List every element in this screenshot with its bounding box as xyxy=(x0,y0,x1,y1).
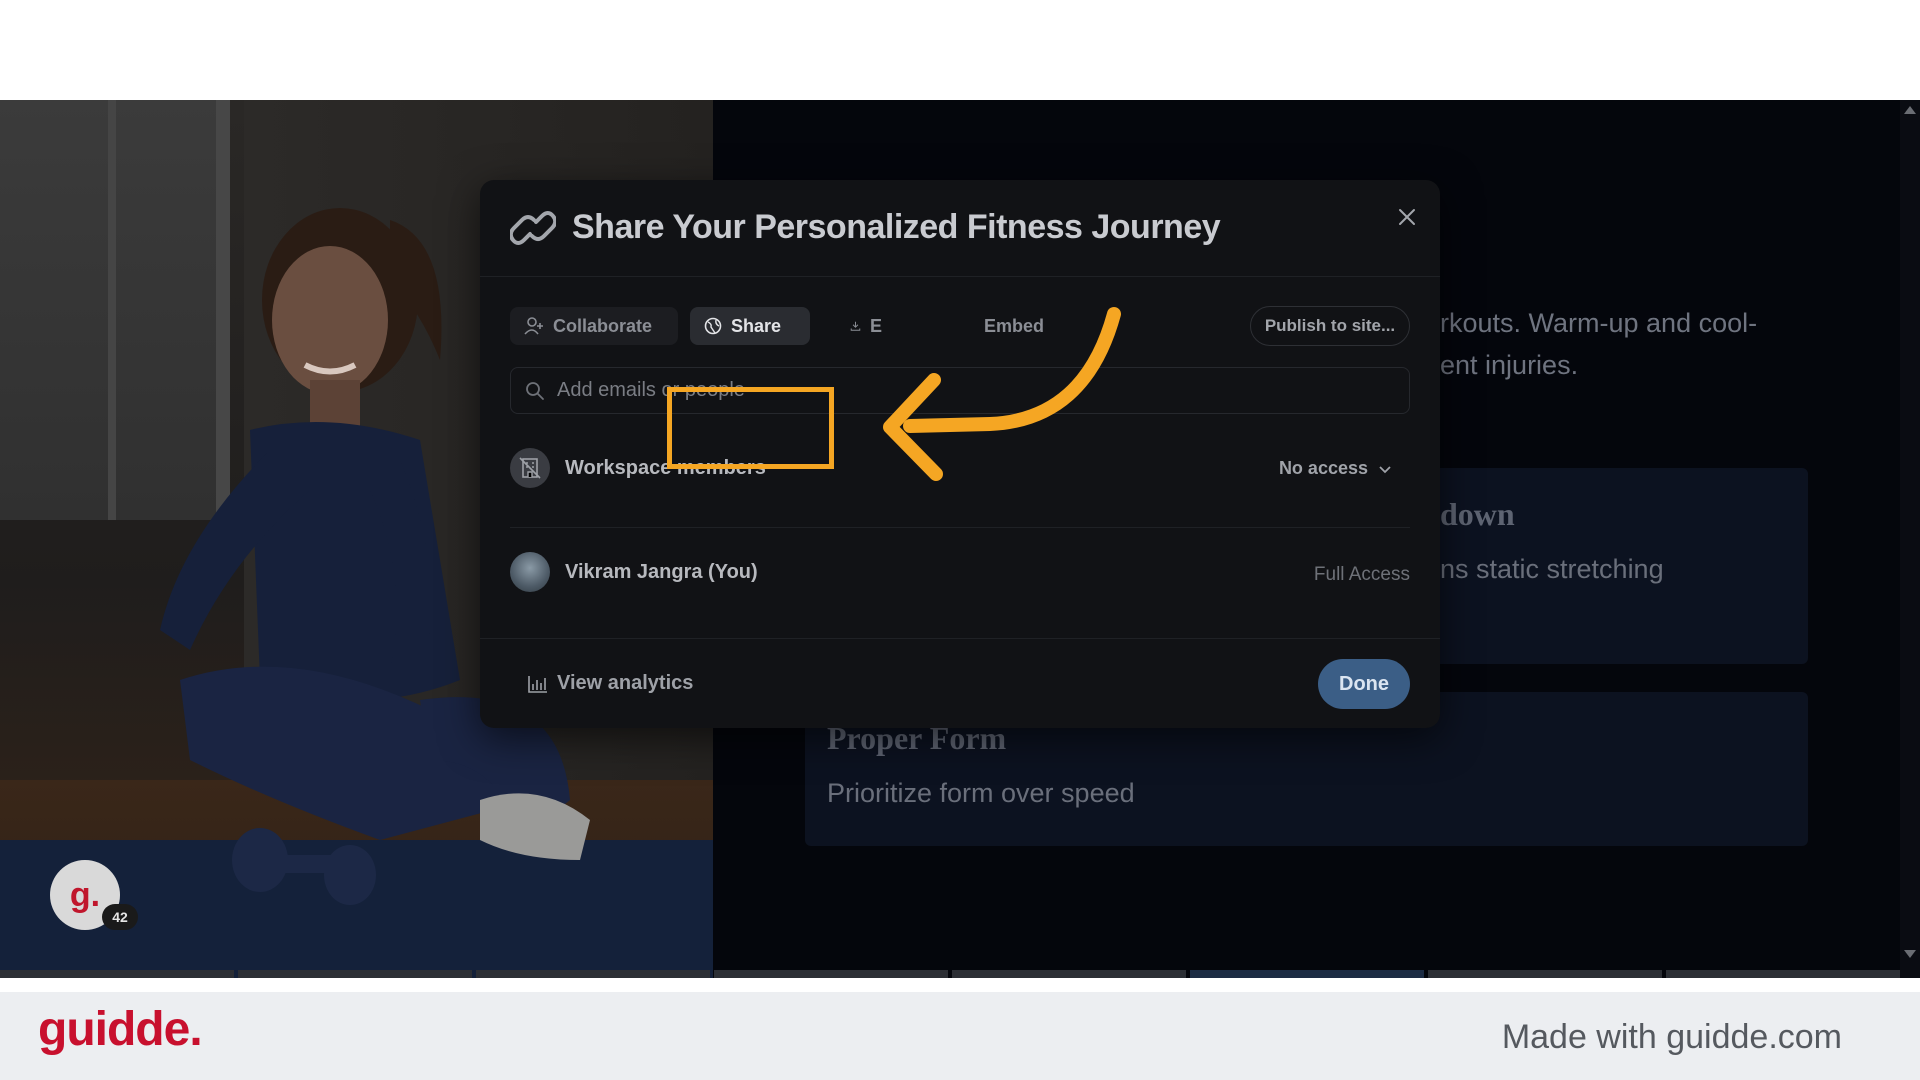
view-analytics-button[interactable]: View analytics xyxy=(528,672,693,695)
search-icon xyxy=(526,382,544,400)
step-count-badge: 42 xyxy=(102,904,138,930)
chevron-down-icon xyxy=(1379,465,1391,473)
dialog-footer: View analytics Done xyxy=(480,638,1440,728)
card-body: Prioritize form over speed xyxy=(827,778,1135,808)
view-analytics-label: View analytics xyxy=(557,672,694,694)
publish-to-site-button[interactable]: Publish to site... xyxy=(1250,306,1410,346)
scrollbar[interactable] xyxy=(1900,100,1920,978)
guidde-footer: guidde. Made with guidde.com xyxy=(0,992,1920,1080)
workspace-avatar xyxy=(510,448,550,488)
footer-gap xyxy=(0,978,1920,992)
bar-chart-icon xyxy=(528,675,547,693)
member-row-vikram: Vikram Jangra (You) Full Access xyxy=(510,546,1410,606)
scroll-up-icon[interactable] xyxy=(1904,106,1916,114)
dialog-header: Share Your Personalized Fitness Journey xyxy=(480,180,1440,277)
close-icon[interactable] xyxy=(1392,202,1422,232)
content-text-line-1: rkouts. Warm-up and cool- xyxy=(1440,308,1758,338)
progress-segment xyxy=(714,970,948,978)
add-person-icon xyxy=(524,317,543,335)
guidde-logo[interactable]: guidde. xyxy=(38,1002,203,1057)
guide-frame: rkouts. Warm-up and cool- ent injuries. … xyxy=(0,0,1920,1080)
access-level-label: Full Access xyxy=(1313,564,1410,585)
progress-segments xyxy=(0,970,1900,978)
access-level-label: No access xyxy=(1278,458,1368,478)
pointer-arrow-icon xyxy=(883,307,1121,481)
tab-share-label: Share xyxy=(731,315,782,336)
content-text-line-2: ent injuries. xyxy=(1440,350,1579,380)
share-tab-highlight xyxy=(667,387,834,469)
dialog-title: Share Your Personalized Fitness Journey xyxy=(572,208,1221,246)
progress-segment xyxy=(476,970,710,978)
progress-segment xyxy=(952,970,1186,978)
access-level-dropdown[interactable]: No access xyxy=(1279,458,1392,479)
scroll-down-icon[interactable] xyxy=(1904,950,1916,958)
link-icon xyxy=(510,211,556,245)
card-body: ns static stretching xyxy=(1440,554,1664,584)
progress-segment xyxy=(1428,970,1662,978)
card-title: down xyxy=(1440,496,1515,532)
screenshot: rkouts. Warm-up and cool- ent injuries. … xyxy=(0,100,1920,978)
done-button[interactable]: Done xyxy=(1318,659,1410,709)
progress-segment xyxy=(238,970,472,978)
building-icon xyxy=(519,457,541,479)
avatar xyxy=(510,552,550,592)
globe-icon xyxy=(704,317,722,335)
tab-collaborate-label: Collaborate xyxy=(553,315,653,336)
progress-segment xyxy=(1666,970,1900,978)
progress-segment xyxy=(0,970,234,978)
tab-share[interactable]: Share xyxy=(690,307,810,345)
top-margin xyxy=(0,0,1920,100)
progress-segment-active xyxy=(1190,970,1424,978)
member-name: Vikram Jangra (You) xyxy=(565,561,758,583)
tab-collaborate[interactable]: Collaborate xyxy=(510,307,678,345)
made-with-text: Made with guidde.com xyxy=(1501,1018,1842,1056)
